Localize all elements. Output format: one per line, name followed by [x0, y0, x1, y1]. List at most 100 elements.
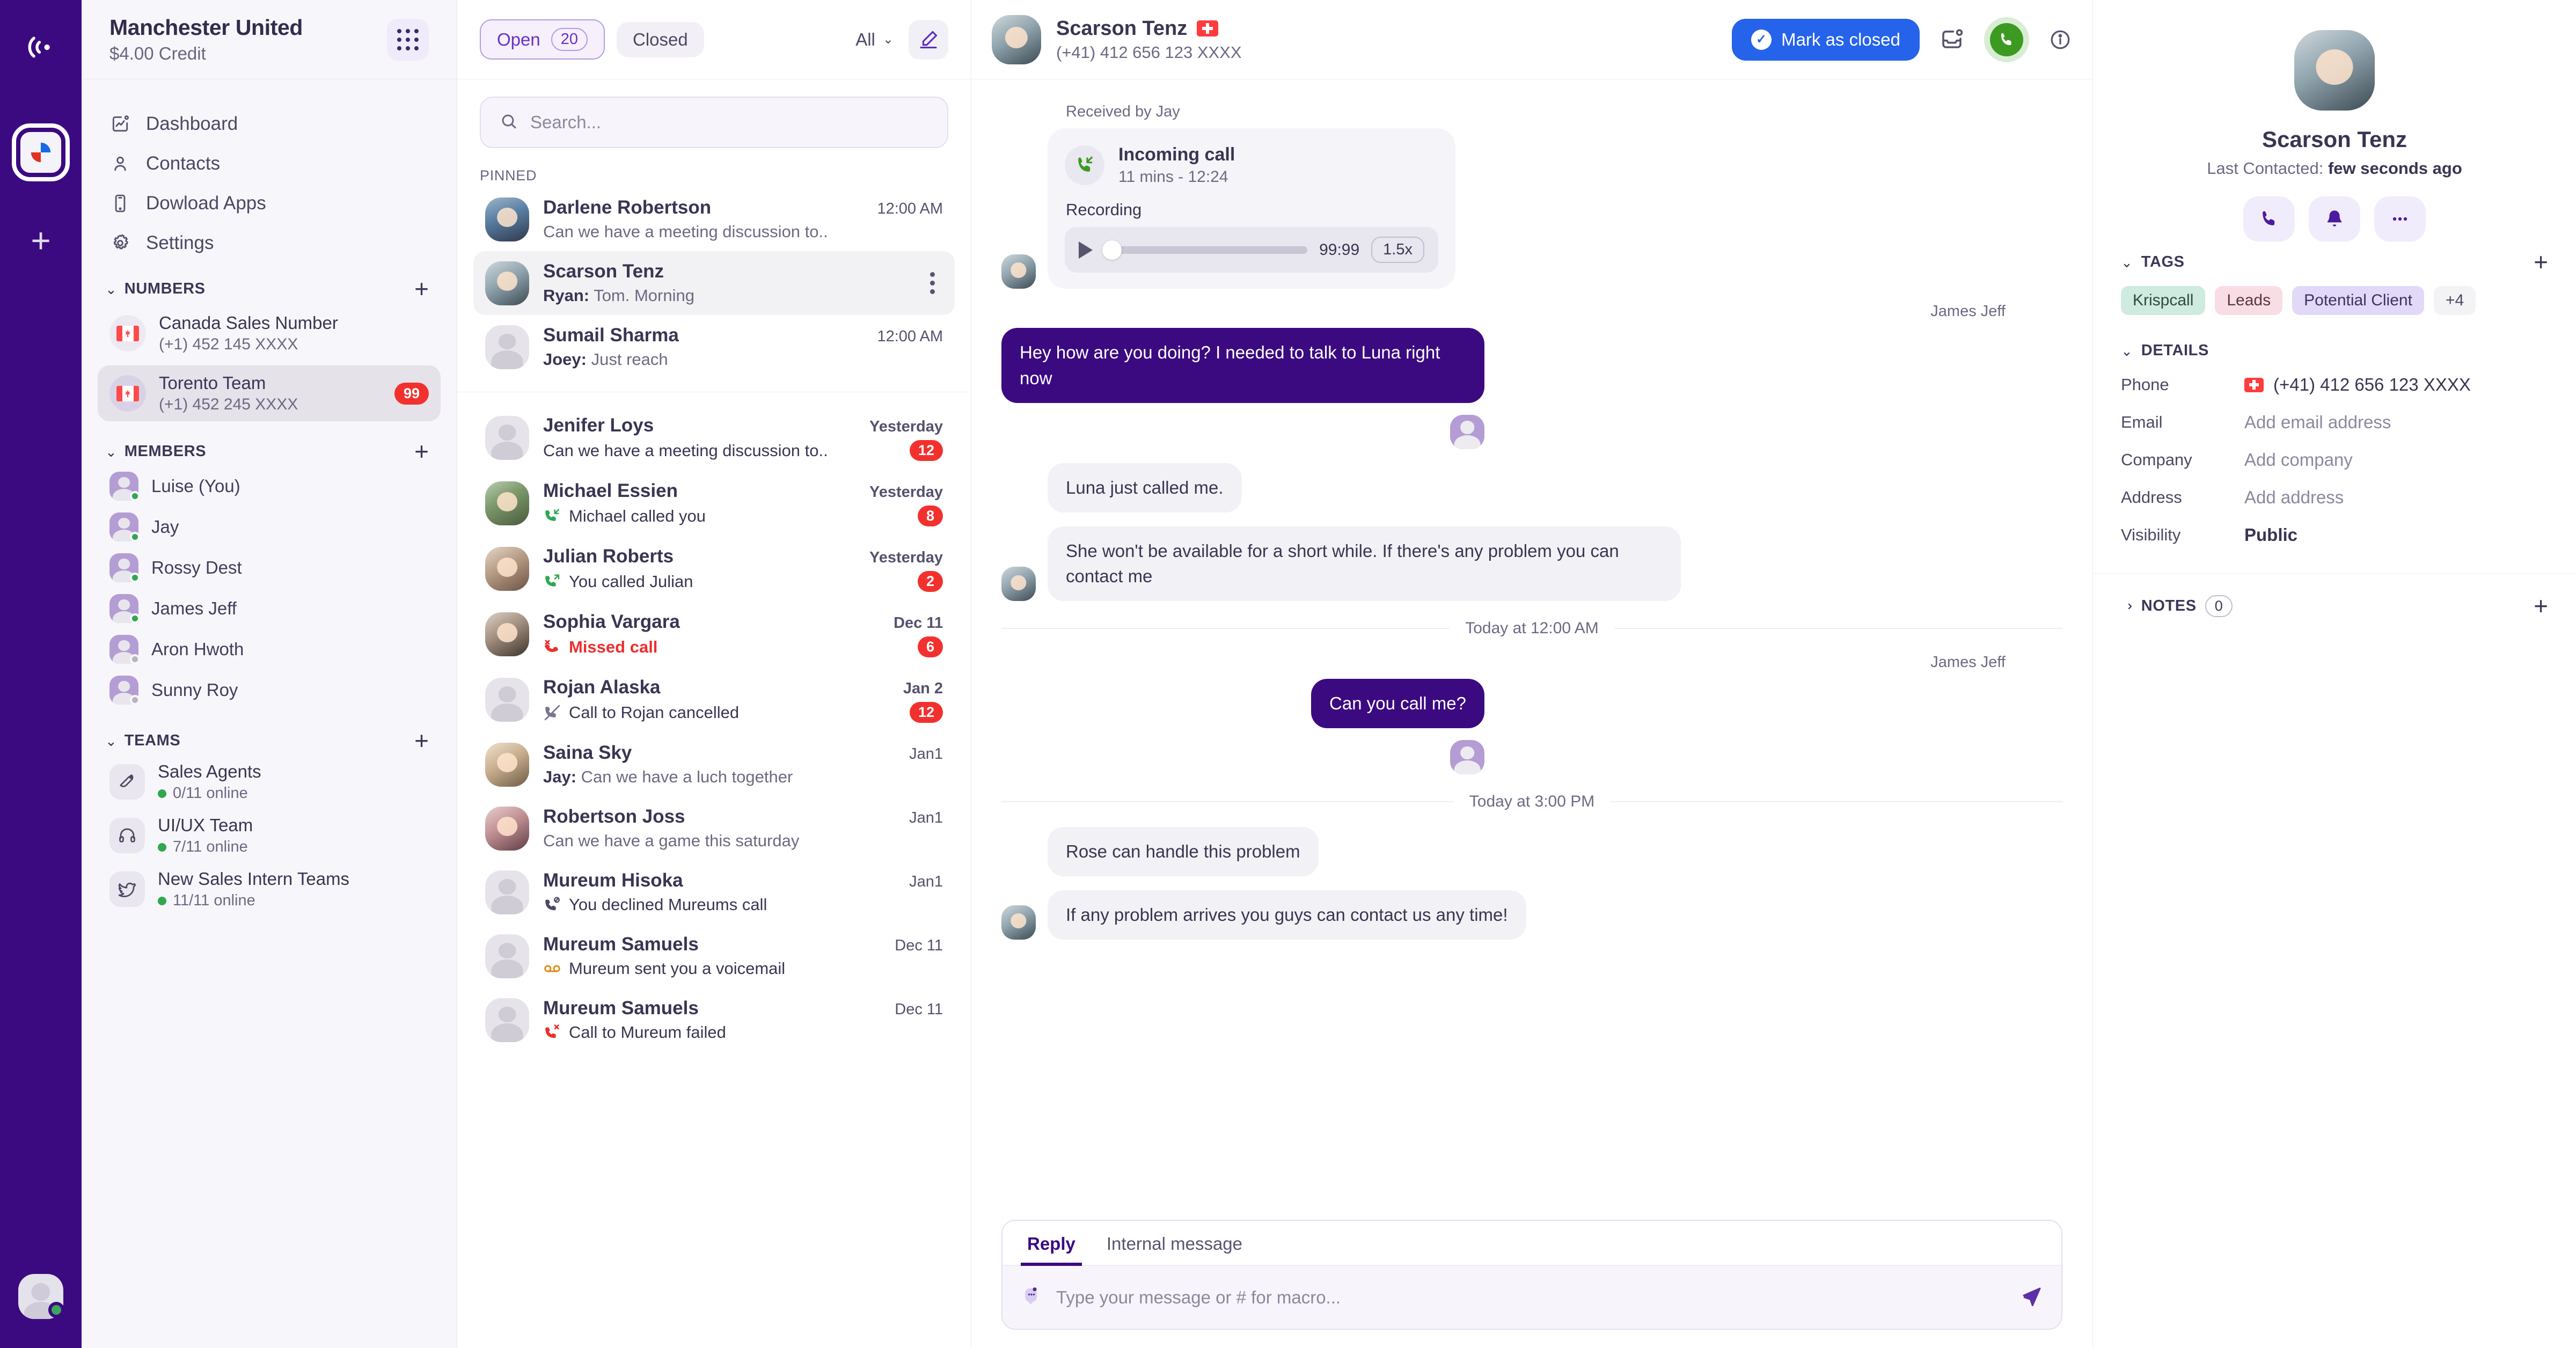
tab-reply[interactable]: Reply: [1021, 1221, 1082, 1266]
number-item-canada-sales[interactable]: Canada Sales Number (+1) 452 145 XXXX: [98, 305, 441, 361]
message-row: Hey how are you doing? I needed to talk …: [1001, 328, 1484, 449]
emoji-icon[interactable]: [1021, 1285, 1042, 1309]
tab-open[interactable]: Open 20: [480, 19, 605, 60]
call-incoming-icon: [1065, 145, 1104, 185]
add-tag-button[interactable]: +: [2534, 250, 2548, 274]
team-item[interactable]: New Sales Intern Teams 11/11 online: [82, 862, 457, 916]
conversation-item[interactable]: Darlene Robertson 12:00 AM Can we have a m…: [473, 187, 955, 251]
member-item[interactable]: Aron Hwoth: [82, 629, 457, 670]
conversation-name: Mureum Hisoka: [543, 870, 683, 891]
chat-contact-number: (+41) 412 656 123 XXXX: [1056, 42, 1242, 62]
conversation-item[interactable]: Scarson Tenz Ryan: Tom. Morning: [473, 251, 955, 315]
detail-value[interactable]: (+41) 412 656 123 XXXX: [2244, 375, 2471, 395]
avatar: [1450, 740, 1484, 775]
tag-chip[interactable]: Leads: [2215, 286, 2283, 315]
conversation-item[interactable]: Mureum Samuels Dec 11 Mureum sent you a vo…: [473, 924, 955, 988]
member-item[interactable]: Rossy Dest: [82, 547, 457, 588]
conversation-name: Mureum Samuels: [543, 934, 699, 955]
compose-icon[interactable]: [909, 19, 948, 60]
send-icon[interactable]: [2019, 1284, 2043, 1310]
last-contacted-label: Last Contacted:: [2207, 159, 2324, 178]
move-to-inbox-icon[interactable]: [1939, 27, 1965, 53]
member-item[interactable]: James Jeff: [82, 588, 457, 629]
avatar: [109, 472, 140, 501]
sidebar-item-download-apps[interactable]: Dowload Apps: [82, 184, 457, 223]
status-dot: [130, 491, 140, 501]
playback-speed-button[interactable]: 1.5x: [1371, 237, 1424, 263]
section-members[interactable]: ⌄ MEMBERS +: [82, 435, 457, 466]
details-title: DETAILS: [2141, 342, 2209, 359]
conversation-item[interactable]: Jenifer Loys Yesterday Can we have a meeti…: [473, 405, 955, 471]
day-label: Today at 12:00 AM: [1465, 619, 1599, 638]
tag-chip[interactable]: +4: [2433, 286, 2476, 315]
sidebar-item-dashboard[interactable]: Dashboard: [82, 104, 457, 144]
detail-value[interactable]: Add address: [2244, 487, 2344, 508]
message-row: Luna just called me.: [1001, 463, 2062, 512]
add-number-button[interactable]: +: [414, 276, 429, 301]
member-item[interactable]: Sunny Roy: [82, 670, 457, 710]
tag-chip[interactable]: Potential Client: [2292, 286, 2424, 315]
phone-call-icon[interactable]: [1984, 17, 2029, 62]
mark-as-closed-button[interactable]: ✓ Mark as closed: [1732, 18, 1920, 61]
number-item-torento-team[interactable]: Torento Team (+1) 452 245 XXXX 99: [98, 365, 441, 421]
conversation-item[interactable]: Mureum Samuels Dec 11 Call to Mureum faile…: [473, 988, 955, 1052]
message-avatar: [1001, 254, 1036, 289]
krispcall-app-icon[interactable]: [12, 123, 70, 181]
detail-value[interactable]: Public: [2244, 525, 2297, 545]
tab-open-label: Open: [497, 29, 540, 49]
message-input[interactable]: [1056, 1287, 2006, 1308]
sidebar-item-settings[interactable]: Settings: [82, 223, 457, 263]
sidebar-item-contacts[interactable]: Contacts: [82, 144, 457, 184]
member-item[interactable]: Jay: [82, 507, 457, 547]
conversation-item[interactable]: Michael Essien Yesterday Michael called yo…: [473, 471, 955, 536]
phone-icon[interactable]: [2243, 196, 2295, 241]
conversation-time: 12:00 AM: [877, 328, 943, 345]
message-bubble: If any problem arrives you guys can cont…: [1048, 890, 1526, 940]
unread-badge: 99: [394, 382, 429, 405]
notes-toggle[interactable]: ⌄ NOTES 0: [2119, 595, 2233, 617]
info-icon[interactable]: [2048, 28, 2072, 52]
chat-contact-avatar[interactable]: [992, 14, 1041, 64]
team-item[interactable]: Sales Agents 0/11 online: [82, 755, 457, 809]
chat-messages: Received by Jay Incoming call 11 mins - …: [971, 79, 2092, 1220]
conversation-time: Jan1: [909, 873, 943, 890]
play-icon[interactable]: [1079, 241, 1093, 259]
detail-value[interactable]: Add company: [2244, 450, 2353, 470]
add-team-button[interactable]: +: [414, 728, 429, 753]
conversation-item[interactable]: Mureum Hisoka Jan1 You declined Mureums ca…: [473, 860, 955, 924]
search-input[interactable]: [530, 112, 929, 133]
conversation-item[interactable]: Julian Roberts Yesterday You called Julian…: [473, 536, 955, 602]
dialpad-icon[interactable]: [387, 18, 429, 61]
conversation-item[interactable]: Saina Sky Jan1 Jay: Can we have a luch tog…: [473, 732, 955, 796]
detail-value[interactable]: Add email address: [2244, 412, 2391, 433]
tab-closed[interactable]: Closed: [617, 21, 704, 57]
conversation-item[interactable]: Robertson Joss Jan1 Can we have a game thi…: [473, 796, 955, 860]
bell-icon[interactable]: [2309, 196, 2360, 241]
add-note-button[interactable]: +: [2534, 594, 2548, 618]
member-item[interactable]: Luise (You): [82, 466, 457, 507]
composer: Reply Internal message: [971, 1220, 2092, 1348]
tab-internal-message[interactable]: Internal message: [1100, 1221, 1249, 1265]
filter-dropdown[interactable]: All ⌄: [855, 30, 894, 50]
contact-avatar[interactable]: [2294, 30, 2375, 111]
section-teams[interactable]: ⌄ TEAMS +: [82, 724, 457, 755]
add-workspace-button[interactable]: +: [31, 223, 50, 258]
conversation-item[interactable]: Sophia Vargara Dec 11 Missed call 6: [473, 602, 955, 667]
avatar[interactable]: [18, 1274, 64, 1319]
audio-track[interactable]: [1102, 240, 1308, 260]
broadcast-icon[interactable]: [16, 23, 65, 72]
tags-toggle[interactable]: ⌄ TAGS: [2121, 253, 2185, 271]
team-item[interactable]: UI/UX Team 7/11 online: [82, 809, 457, 862]
more-icon[interactable]: [2374, 196, 2426, 241]
audio-player[interactable]: 99:99 1.5x: [1065, 227, 1438, 273]
tag-chip[interactable]: Krispcall: [2121, 286, 2206, 315]
conversation-item[interactable]: Rojan Alaska Jan 2 Call to Rojan cancelled…: [473, 667, 955, 732]
conversation-menu-icon[interactable]: [921, 272, 943, 294]
search-box[interactable]: [480, 97, 948, 148]
section-numbers[interactable]: ⌄ NUMBERS +: [82, 273, 457, 303]
conversation-item[interactable]: Sumail Sharma 12:00 AM Joey: Just reach: [473, 315, 955, 379]
details-section: ⌄ DETAILS Phone (+41) 412 656 123 XXXX Ema…: [2093, 330, 2576, 554]
details-toggle[interactable]: ⌄ DETAILS: [2121, 342, 2209, 360]
audio-knob[interactable]: [1102, 240, 1122, 260]
add-member-button[interactable]: +: [414, 439, 429, 464]
